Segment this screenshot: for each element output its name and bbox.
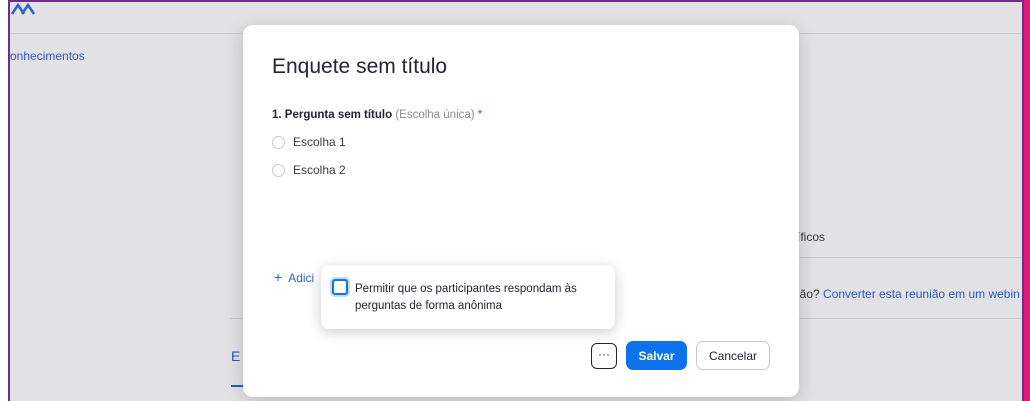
anonymous-option-popover: Permitir que os participantes respondam … bbox=[321, 265, 615, 329]
add-question-label: Adici bbox=[288, 271, 315, 285]
more-dots-icon: ··· bbox=[598, 347, 610, 361]
radio-button[interactable] bbox=[272, 163, 285, 177]
modal-title: Enquete sem título bbox=[272, 55, 448, 78]
choice-label: Escolha 1 bbox=[293, 135, 346, 149]
cancel-button[interactable]: Cancelar bbox=[696, 341, 770, 370]
choice-option[interactable]: Escolha 2 bbox=[272, 163, 346, 177]
choice-label: Escolha 2 bbox=[293, 163, 346, 177]
anonymous-option-label[interactable]: Permitir que os participantes respondam … bbox=[355, 281, 603, 315]
question-type: (Escolha única) bbox=[392, 109, 475, 121]
choice-option[interactable]: Escolha 1 bbox=[272, 135, 346, 149]
screen-edge-strip bbox=[1024, 0, 1030, 401]
radio-button[interactable] bbox=[272, 135, 285, 149]
required-mark: * bbox=[474, 109, 483, 121]
question-label: 1. Pergunta sem título bbox=[272, 109, 393, 121]
plus-icon: + bbox=[274, 269, 283, 285]
more-options-button[interactable]: ··· bbox=[591, 343, 617, 369]
question-heading[interactable]: 1. Pergunta sem título (Escolha única) * bbox=[272, 109, 482, 121]
anonymous-checkbox[interactable] bbox=[332, 279, 348, 295]
save-button[interactable]: Salvar bbox=[626, 341, 687, 370]
poll-modal: Enquete sem título 1. Pergunta sem títul… bbox=[243, 25, 799, 397]
add-question-button[interactable]: + Adici bbox=[274, 269, 314, 285]
